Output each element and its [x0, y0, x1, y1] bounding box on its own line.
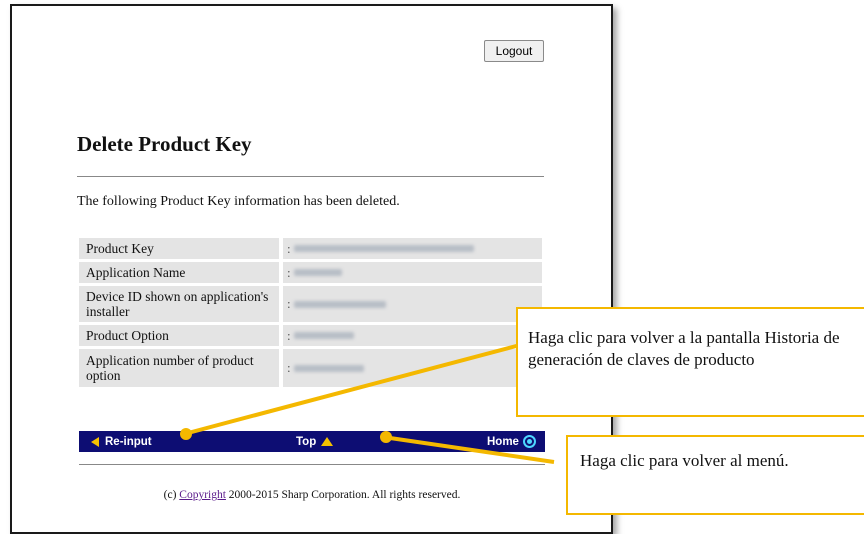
reinput-pointer-dot	[180, 428, 192, 440]
reinput-callout: Haga clic para volver a la pantalla Hist…	[516, 307, 864, 417]
reinput-pointer-line	[187, 343, 521, 435]
top-callout: Haga clic para volver al menú.	[566, 435, 864, 515]
top-pointer-dot	[380, 431, 392, 443]
top-pointer-line	[389, 436, 555, 464]
